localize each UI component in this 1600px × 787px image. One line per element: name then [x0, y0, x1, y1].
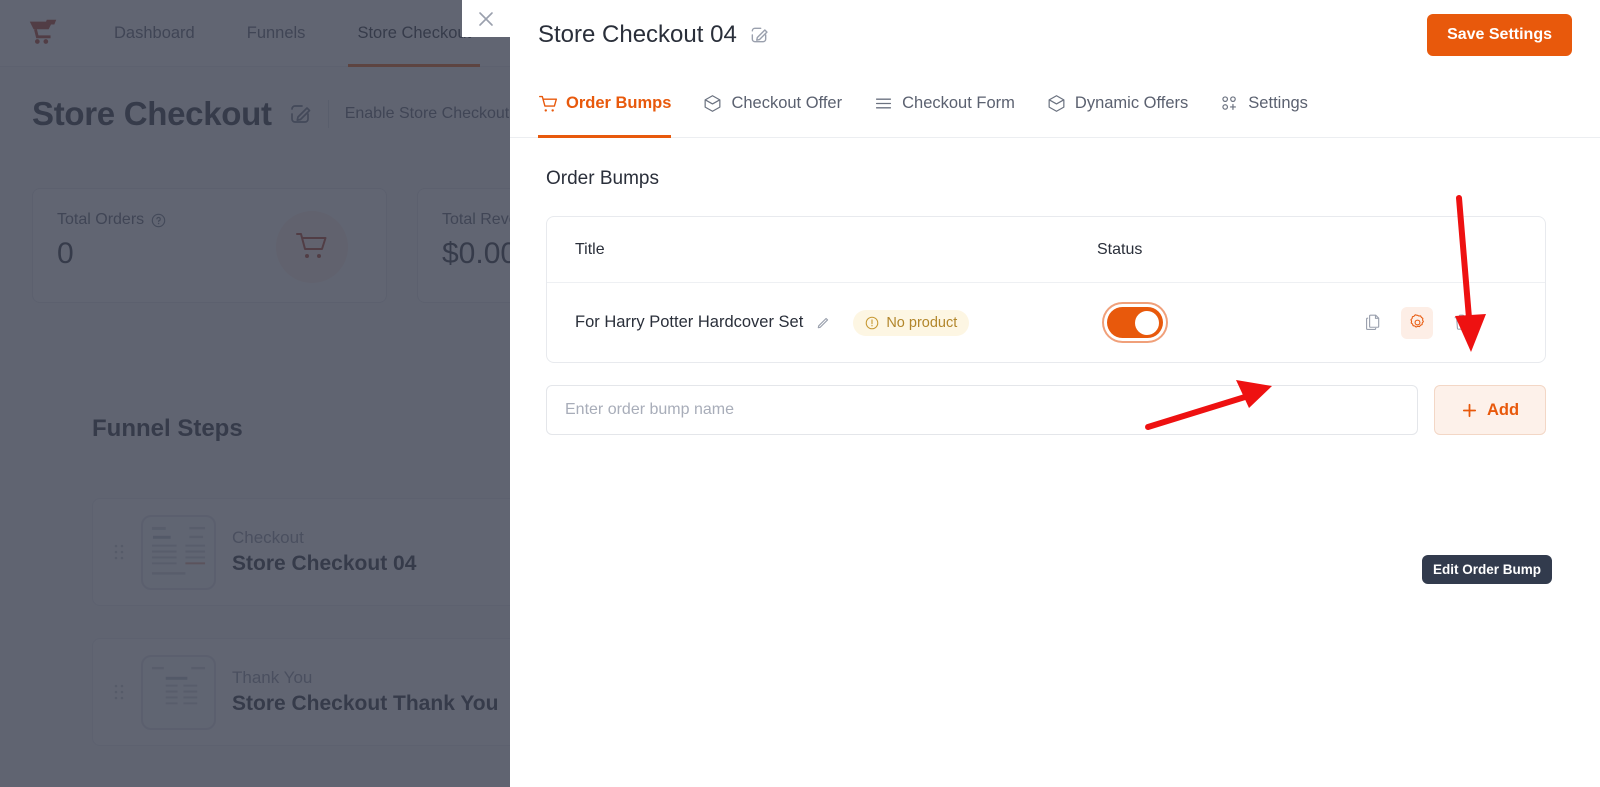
store-checkout-modal: Store Checkout 04 Save Settings Order Bu…: [510, 0, 1600, 787]
status-badge: No product: [853, 309, 970, 336]
plus-icon: [1462, 403, 1477, 417]
edit-order-bump-tooltip: Edit Order Bump: [1422, 555, 1553, 584]
toggle-knob: [1135, 310, 1159, 335]
table-header-row: Title Status: [547, 217, 1545, 283]
screen: Dashboard Funnels Store Checkout Store C…: [0, 0, 1600, 787]
pencil-icon[interactable]: [749, 25, 769, 45]
tab-checkout-form[interactable]: Checkout Form: [858, 70, 1031, 137]
row-actions-cell: [1357, 306, 1517, 339]
gear-icon: [1409, 314, 1424, 328]
table-row: For Harry Potter Hardcover Set No produc…: [547, 283, 1545, 362]
warning-circle-icon: [866, 316, 879, 329]
delete-order-bump-button[interactable]: [1445, 307, 1477, 339]
section-title-order-bumps: Order Bumps: [546, 168, 659, 189]
modal-tabs: Order Bumps Checkout Offer Checkout Form: [510, 70, 1600, 138]
modal-header: Store Checkout 04 Save Settings: [510, 0, 1600, 70]
modal-body: Order Bumps Title Status For Harry Potte…: [510, 138, 1600, 787]
edit-order-bump-button[interactable]: [1401, 306, 1433, 339]
save-settings-button[interactable]: Save Settings: [1427, 14, 1572, 56]
tab-label: Order Bumps: [566, 94, 672, 112]
tab-label: Checkout Form: [902, 94, 1015, 112]
cube-icon: [1048, 95, 1065, 112]
column-header-title: Title: [575, 240, 605, 258]
modal-title: Store Checkout 04: [538, 21, 737, 48]
tab-label: Settings: [1248, 94, 1308, 112]
tab-checkout-offer[interactable]: Checkout Offer: [687, 70, 858, 137]
tab-label: Dynamic Offers: [1074, 94, 1189, 112]
tab-settings[interactable]: Settings: [1204, 70, 1324, 137]
row-status-cell: [1097, 307, 1357, 338]
tab-dynamic-offers[interactable]: Dynamic Offers: [1031, 70, 1204, 137]
close-icon: [479, 11, 493, 26]
order-bump-name: For Harry Potter Hardcover Set: [575, 313, 804, 331]
add-button-label: Add: [1486, 400, 1520, 419]
list-icon: [876, 98, 892, 109]
column-header-status: Status: [1097, 240, 1143, 258]
cart-icon: [539, 95, 557, 112]
pencil-icon[interactable]: [815, 315, 831, 331]
order-bump-status-toggle[interactable]: [1107, 307, 1163, 338]
grid-plus-icon: [1222, 96, 1237, 110]
copy-icon: [1365, 314, 1379, 330]
order-bumps-table: Title Status For Harry Potter Hardcover …: [546, 216, 1546, 363]
row-title-cell: For Harry Potter Hardcover Set No produc…: [575, 309, 1097, 336]
order-bump-name-input[interactable]: [546, 385, 1418, 435]
tab-order-bumps[interactable]: Order Bumps: [538, 70, 687, 138]
close-modal-button[interactable]: [462, 0, 510, 37]
tab-label: Checkout Offer: [731, 94, 843, 112]
trash-icon: [1453, 314, 1469, 330]
status-badge-label: No product: [886, 314, 958, 331]
add-order-bump-row: Add: [546, 385, 1546, 435]
duplicate-order-bump-button[interactable]: [1357, 307, 1389, 339]
add-order-bump-button[interactable]: Add: [1434, 385, 1546, 435]
cube-icon: [704, 95, 721, 112]
